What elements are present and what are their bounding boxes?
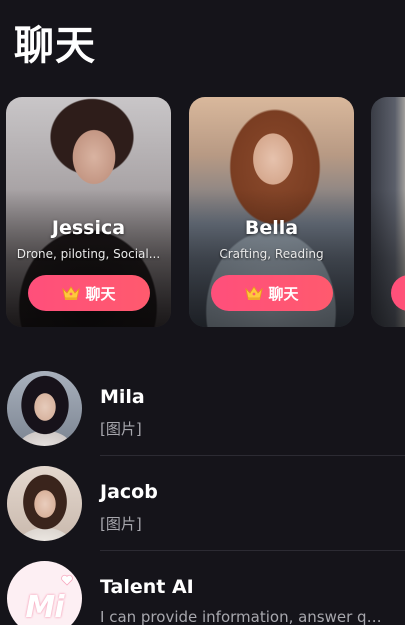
crown-icon [62, 286, 81, 300]
featured-card-partial[interactable] [371, 97, 405, 327]
avatar: Mi [7, 561, 82, 625]
page-title: 聊天 [14, 23, 96, 69]
crown-icon [245, 286, 264, 300]
talent-ai-logo: Mi [25, 590, 64, 625]
conversation-name: Mila [100, 386, 145, 408]
card-name: Jessica [51, 217, 126, 239]
conversation-item-talent-ai[interactable]: Mi Talent AI I can provide information, … [0, 552, 405, 625]
card-tags: Drone, piloting, Social... [16, 247, 161, 261]
avatar [7, 466, 82, 541]
divider [100, 550, 405, 551]
chat-button-label: 聊天 [268, 284, 299, 303]
conversation-item-jacob[interactable]: Jacob [图片] [0, 457, 405, 551]
conversation-item-mila[interactable]: Mila [图片] [0, 362, 405, 456]
chat-button-label: 聊天 [85, 284, 116, 303]
divider [100, 455, 405, 456]
conversation-preview: [图片] [100, 420, 142, 438]
card-name: Bella [244, 217, 299, 239]
heart-icon [61, 574, 73, 586]
featured-card-bella[interactable]: Bella Crafting, Reading 聊天 [189, 97, 354, 327]
chat-screen: 聊天 Jessica Drone, piloting, Social... 聊天… [0, 0, 405, 625]
conversation-name: Jacob [100, 481, 158, 503]
conversation-preview: [图片] [100, 515, 142, 533]
featured-card-jessica[interactable]: Jessica Drone, piloting, Social... 聊天 [6, 97, 171, 327]
avatar [7, 371, 82, 446]
card-tags: Crafting, Reading [219, 247, 324, 261]
conversation-preview: I can provide information, answer qu... [100, 608, 390, 625]
chat-button[interactable]: 聊天 [211, 275, 333, 311]
chat-button[interactable]: 聊天 [28, 275, 150, 311]
conversation-name: Talent AI [100, 576, 194, 598]
